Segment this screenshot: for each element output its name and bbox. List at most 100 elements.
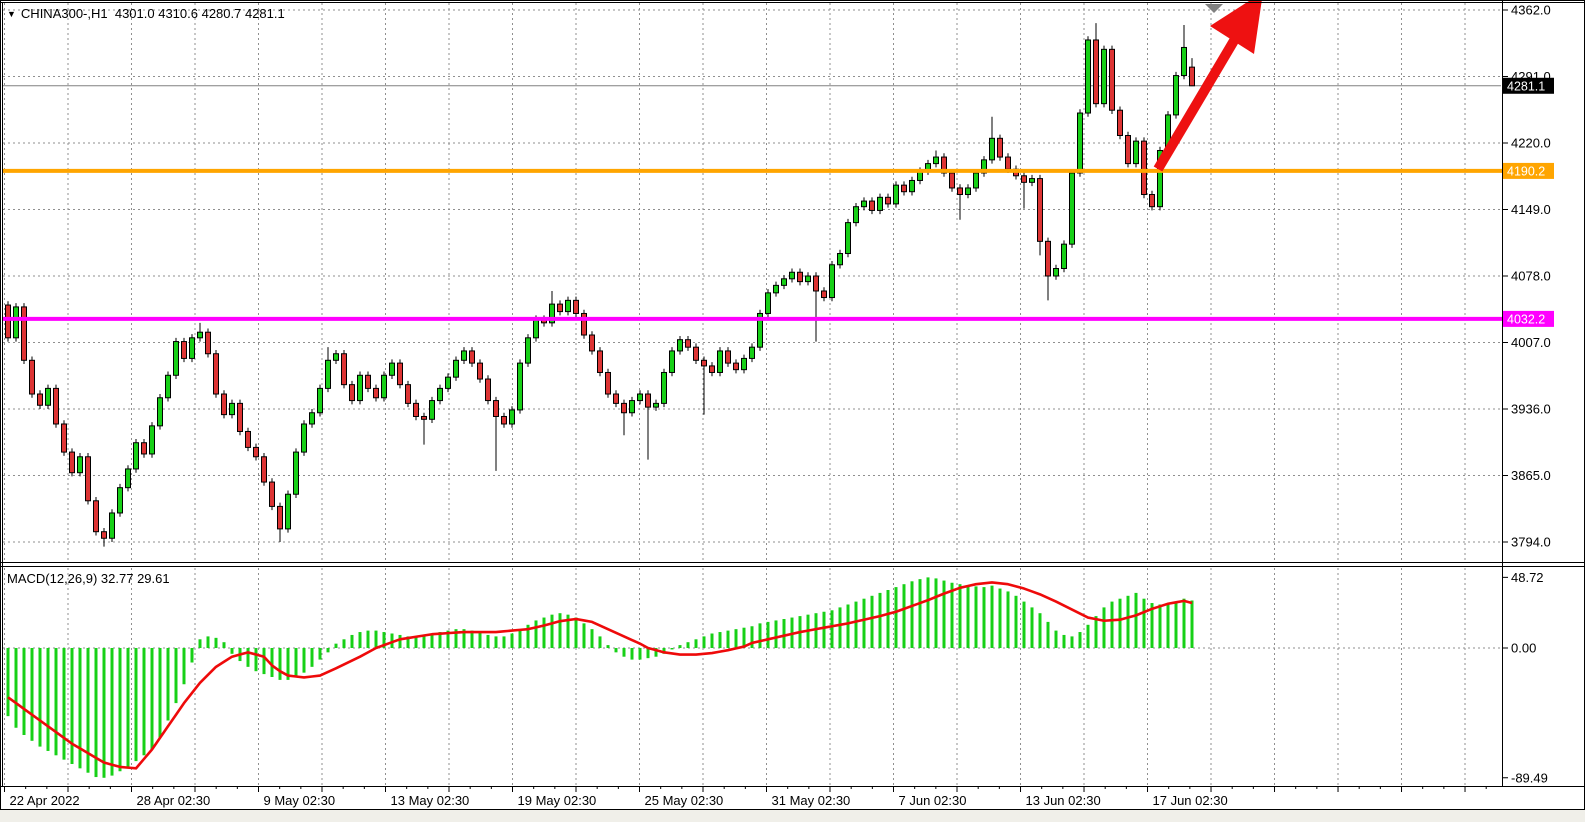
candle [294,452,299,494]
macd-histogram-bar [159,648,162,738]
candle [566,300,571,311]
time-axis[interactable] [0,786,1585,810]
candle [590,335,595,351]
candle [286,494,291,529]
macd-histogram-bar [207,636,210,648]
candle [686,340,691,347]
candle [414,403,419,416]
macd-histogram-bar [903,584,906,648]
symbol-marker-icon: ▼ [7,9,16,19]
macd-histogram-bar [135,648,138,761]
candle [30,360,35,394]
macd-histogram-bar [1071,636,1074,648]
macd-histogram-bar [23,648,26,735]
macd-histogram-bar [335,644,338,648]
candle [814,276,819,291]
macd-histogram-bar [1015,596,1018,648]
macd-histogram-bar [111,648,114,776]
candle [126,469,131,488]
candle [870,201,875,210]
candle [142,443,147,454]
candle [430,401,435,420]
candle [1070,173,1075,244]
candle [118,488,123,513]
macd-histogram-bar [607,645,610,648]
macd-histogram-bar [535,620,538,648]
macd-histogram-bar [311,648,314,667]
candle [902,185,907,192]
macd-histogram-bar [295,648,298,677]
candle [910,180,915,191]
candle [190,338,195,359]
candle [630,401,635,413]
candle [1110,49,1115,110]
candle [582,313,587,335]
chart-title-text: CHINA300-,H1 4301.0 4310.6 4280.7 4281.1 [21,6,285,21]
macd-histogram-bar [519,629,522,648]
candle [950,173,955,188]
candle [446,377,451,388]
candle [574,300,579,313]
macd-histogram-bar [31,648,34,741]
candle [102,532,107,539]
macd-histogram-bar [735,629,738,648]
candle [1126,136,1131,164]
candle [854,207,859,223]
candle [174,342,179,376]
price-axis[interactable] [1502,0,1585,786]
macd-histogram-bar [1135,593,1138,648]
candle [830,265,835,298]
macd-histogram-bar [247,648,250,667]
candle [302,424,307,452]
macd-histogram-bar [943,581,946,648]
candle [734,363,739,370]
candle [654,403,659,407]
macd-histogram-bar [303,648,306,673]
macd-histogram-bar [895,587,898,648]
candle [1086,40,1091,113]
candle [1174,76,1179,115]
candle [886,197,891,204]
chart-shift-marker-icon [1205,4,1223,13]
macd-histogram-bar [231,648,234,654]
candle [774,285,779,292]
candle [70,452,75,473]
macd-histogram-bar [1087,625,1090,648]
candle [638,394,643,401]
macd-histogram-bar [631,648,634,660]
candle [622,403,627,412]
macd-histogram-bar [927,577,930,648]
macd-histogram-bar [511,634,514,649]
macd-histogram-bar [975,586,978,648]
macd-histogram-bar [1031,607,1034,648]
macd-histogram-bar [959,584,962,648]
candle [878,197,883,210]
candle [1094,40,1099,104]
candle [86,457,91,501]
macd-histogram-bar [1095,616,1098,648]
macd-histogram-bar [935,578,938,648]
candle [318,388,323,412]
macd-histogram-bar [575,618,578,648]
candle [366,375,371,388]
candle [22,307,27,360]
candle [494,401,499,417]
candle [262,457,267,482]
macd-histogram-bar [167,648,170,721]
candle [670,351,675,373]
chart-canvas[interactable]: 4362.04291.04220.04149.04078.04007.03936… [0,0,1585,822]
candle [614,394,619,403]
candle [790,272,795,279]
macd-histogram-bar [719,632,722,648]
macd-histogram-bar [559,613,562,648]
macd-histogram-bar [879,593,882,648]
candle [526,338,531,363]
candle [822,291,827,298]
macd-histogram-bar [1143,599,1146,648]
candle [646,394,651,407]
candle [38,394,43,405]
candle [46,388,51,405]
macd-histogram-bar [1119,599,1122,648]
macd-histogram-bar [823,612,826,648]
macd-histogram-bar [47,648,50,751]
